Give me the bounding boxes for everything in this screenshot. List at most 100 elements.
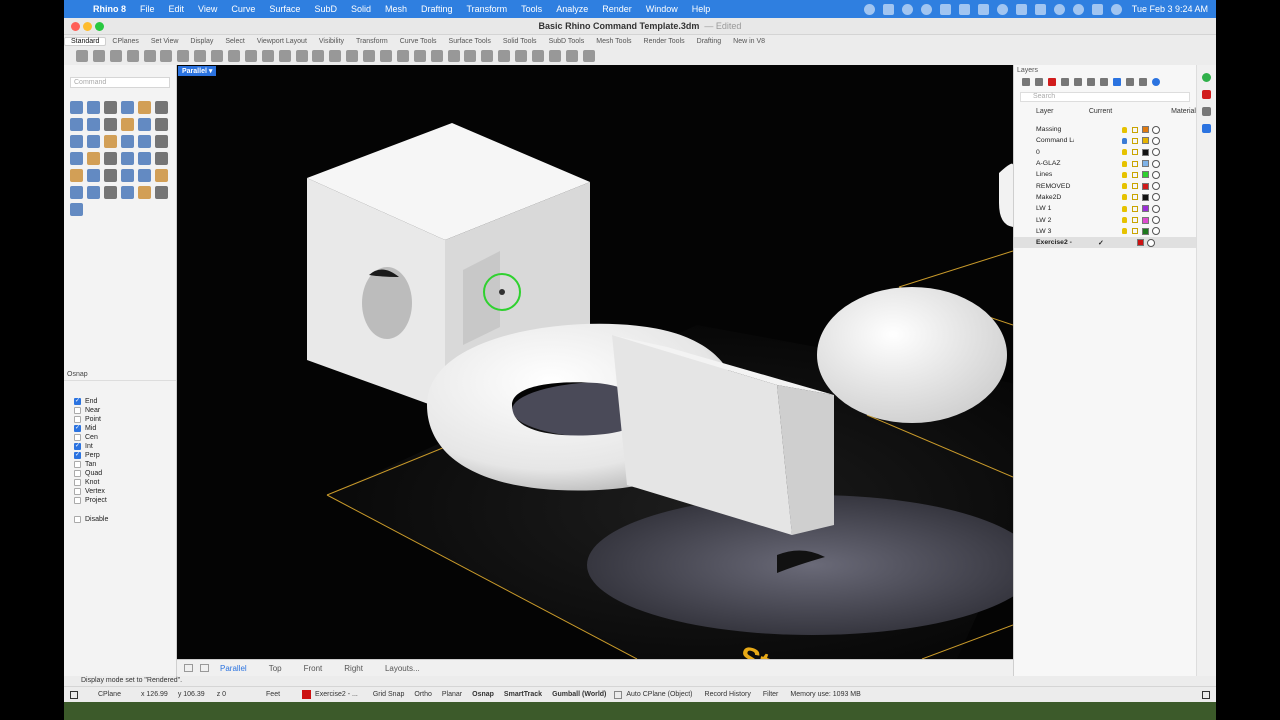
bulb-icon[interactable] — [1122, 126, 1127, 133]
paste-icon[interactable] — [194, 50, 207, 62]
menu-analyze[interactable]: Analyze — [549, 4, 595, 14]
siri-icon[interactable] — [1110, 3, 1122, 15]
record-history-toggle[interactable]: Record History — [705, 691, 751, 698]
new-sublayer-icon[interactable] — [1035, 78, 1043, 86]
layer-color-swatch[interactable] — [1142, 171, 1149, 179]
osnap-checkbox[interactable] — [74, 461, 81, 468]
trim-tool-icon[interactable] — [87, 152, 100, 165]
layer-color-swatch[interactable] — [1142, 126, 1149, 134]
bluetooth-icon[interactable] — [1015, 3, 1027, 15]
menu-view[interactable]: View — [191, 4, 224, 14]
bulb-icon[interactable] — [1122, 160, 1127, 167]
auto-cplane-icon[interactable] — [614, 690, 623, 699]
layer-row[interactable]: Lines — [1014, 169, 1196, 180]
zoom-window-button[interactable] — [95, 22, 104, 31]
lock-icon[interactable] — [1132, 194, 1138, 201]
array-tool-icon[interactable] — [121, 169, 134, 182]
lock-icon[interactable] — [1132, 183, 1138, 190]
material-icon[interactable] — [1152, 136, 1160, 145]
command-input[interactable]: Command — [70, 77, 170, 88]
polygon-tool-icon[interactable] — [104, 118, 117, 131]
filter-icon[interactable] — [1113, 78, 1121, 86]
gear-icon[interactable] — [548, 50, 561, 62]
osnap-item-point[interactable]: Point — [64, 415, 176, 424]
material-icon[interactable] — [1152, 159, 1160, 168]
box-tool-icon[interactable] — [70, 135, 83, 148]
layer-search-input[interactable]: Search — [1020, 92, 1190, 102]
scale-tool-icon[interactable] — [155, 169, 168, 182]
menu-curve[interactable]: Curve — [224, 4, 262, 14]
mute-icon[interactable] — [977, 3, 989, 15]
shield-icon[interactable] — [939, 3, 951, 15]
material-icon[interactable] — [1152, 148, 1160, 157]
menu-app-name[interactable]: Rhino 8 — [86, 4, 133, 14]
layer-row[interactable]: LW 1 — [1014, 203, 1196, 214]
airdrop-icon[interactable] — [996, 3, 1008, 15]
cut-icon[interactable] — [160, 50, 173, 62]
osnap-item-quad[interactable]: Quad — [64, 469, 176, 478]
save-icon[interactable] — [109, 50, 122, 62]
bulb-icon[interactable] — [1122, 137, 1127, 144]
layer-color-swatch[interactable] — [1142, 205, 1149, 213]
osnap-checkbox[interactable] — [74, 416, 81, 423]
material-icon[interactable] — [1152, 204, 1160, 213]
osnap-toggle[interactable]: Osnap — [472, 691, 494, 698]
layer-row[interactable]: Command La — [1014, 135, 1196, 146]
layer-row[interactable]: Make2D — [1014, 192, 1196, 203]
viewport-tab-parallel[interactable]: Parallel — [209, 664, 258, 673]
osnap-checkbox[interactable]: ✓ — [74, 398, 81, 405]
tab-transform[interactable]: Transform — [350, 38, 394, 45]
status-cplane[interactable]: CPlane — [98, 691, 121, 698]
bulb-icon[interactable] — [1122, 228, 1127, 235]
array-grid-tool-icon[interactable] — [70, 186, 83, 199]
tab-cplanes[interactable]: CPlanes — [106, 38, 144, 45]
group-tool-icon[interactable] — [155, 152, 168, 165]
menubar-clock[interactable]: Tue Feb 3 9:24 AM — [1132, 4, 1208, 14]
osnap-item-end[interactable]: ✓ End — [64, 397, 176, 406]
bulb-icon[interactable] — [413, 50, 426, 62]
history-tool-icon[interactable] — [87, 186, 100, 199]
move-up-icon[interactable] — [1074, 78, 1082, 86]
layer-color-swatch[interactable] — [1142, 160, 1149, 168]
material-icon[interactable] — [1152, 125, 1160, 134]
new-layer-icon[interactable] — [1022, 78, 1030, 86]
viewport-tab-layouts[interactable]: Layouts... — [374, 664, 431, 673]
layer-row[interactable]: 0 — [1014, 147, 1196, 158]
join-tool-icon[interactable] — [121, 152, 134, 165]
layer-col-material[interactable]: Material — [1171, 108, 1196, 118]
offset-tool-icon[interactable] — [155, 135, 168, 148]
layer-color-swatch[interactable] — [1137, 239, 1144, 247]
lock-icon[interactable] — [1132, 228, 1138, 235]
lock-icon[interactable] — [430, 50, 443, 62]
viewport-layout-icon[interactable] — [200, 664, 209, 672]
osnap-checkbox[interactable] — [74, 479, 81, 486]
viewport-label[interactable]: Parallel ▾ — [178, 66, 217, 76]
layer-color-swatch[interactable] — [1142, 193, 1149, 201]
point-tool-icon[interactable] — [87, 101, 100, 114]
layer-color-swatch[interactable] — [1142, 148, 1149, 156]
osnap-item-disable[interactable]: Disable — [64, 515, 176, 524]
tab-surface-tools[interactable]: Surface Tools — [443, 38, 497, 45]
render-icon[interactable] — [1202, 90, 1211, 99]
menu-file[interactable]: File — [133, 4, 162, 14]
transform-tool-icon[interactable] — [104, 169, 117, 182]
viewport-grid-icon[interactable] — [184, 664, 193, 672]
material-icon[interactable] — [1152, 227, 1160, 236]
osnap-item-tan[interactable]: Tan — [64, 460, 176, 469]
osnap-item-project[interactable]: Project — [64, 496, 176, 505]
bulb-icon[interactable] — [1122, 183, 1127, 190]
tab-curve-tools[interactable]: Curve Tools — [394, 38, 443, 45]
tab-select[interactable]: Select — [219, 38, 250, 45]
rectangle-tool-icon[interactable] — [87, 118, 100, 131]
material-icon[interactable] — [1152, 216, 1160, 225]
close-window-button[interactable] — [71, 22, 80, 31]
smarttrack-toggle[interactable]: SmartTrack — [504, 691, 542, 698]
properties-icon[interactable] — [1202, 124, 1211, 133]
material-icon[interactable] — [1152, 182, 1160, 191]
options-icon[interactable] — [532, 50, 545, 62]
osnap-checkbox[interactable]: ✓ — [74, 443, 81, 450]
tab-mesh-tools[interactable]: Mesh Tools — [590, 38, 637, 45]
osnap-item-near[interactable]: Near — [64, 406, 176, 415]
bulb-icon[interactable] — [1122, 171, 1127, 178]
osnap-item-cen[interactable]: Cen — [64, 433, 176, 442]
